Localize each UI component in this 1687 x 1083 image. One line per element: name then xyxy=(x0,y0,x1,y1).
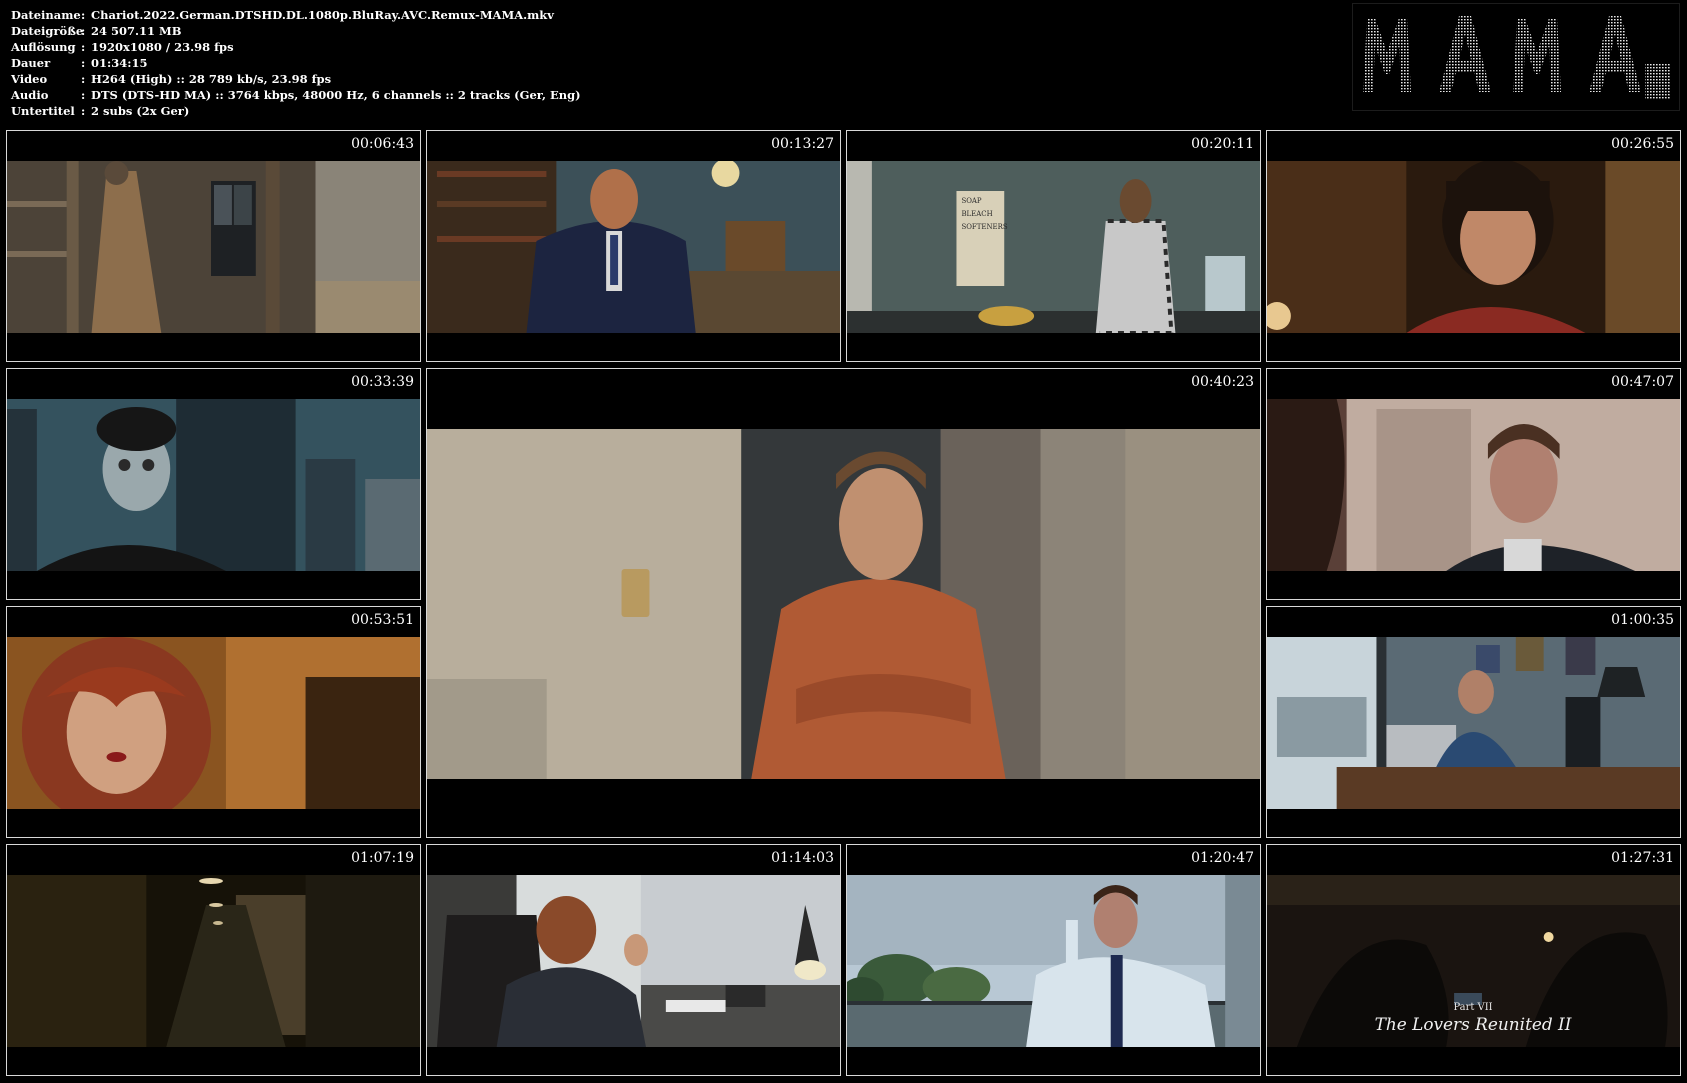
info-key: Audio xyxy=(11,88,49,102)
timestamp: 00:40:23 xyxy=(1191,374,1254,390)
info-key: Dateiname xyxy=(11,8,81,22)
ascii-art-logo-icon xyxy=(1352,3,1680,111)
thumbnail-12[interactable]: 01:20:47 xyxy=(846,844,1261,1076)
video-frame xyxy=(7,875,420,1047)
video-frame xyxy=(1267,399,1680,571)
info-key: Untertitel xyxy=(11,104,75,118)
info-value: Chariot.2022.German.DTSHD.DL.1080p.BluRa… xyxy=(91,8,554,22)
info-value: 1920x1080 / 23.98 fps xyxy=(91,40,234,54)
thumbnail-2[interactable]: 00:13:27 xyxy=(426,130,841,362)
info-row-subtitles: Untertitel : 2 subs (2x Ger) xyxy=(11,103,581,119)
thumbnail-10[interactable]: 01:07:19 xyxy=(6,844,421,1076)
thumbnail-1[interactable]: 00:06:43 xyxy=(6,130,421,362)
thumbnail-8[interactable]: 00:53:51 xyxy=(6,606,421,838)
timestamp: 00:06:43 xyxy=(351,136,414,152)
info-row-audio: Audio : DTS (DTS-HD MA) :: 3764 kbps, 48… xyxy=(11,87,581,103)
info-row-duration: Dauer : 01:34:15 xyxy=(11,55,581,71)
info-row-resolution: Auflösung : 1920x1080 / 23.98 fps xyxy=(11,39,581,55)
info-value: 24 507.11 MB xyxy=(91,24,182,38)
timestamp: 01:14:03 xyxy=(771,850,834,866)
poster-text: SOFTENERS xyxy=(961,223,1007,231)
info-separator: : xyxy=(81,24,86,38)
info-key: Auflösung xyxy=(11,40,76,54)
info-row-video: Video : H264 (High) :: 28 789 kb/s, 23.9… xyxy=(11,71,581,87)
thumbnail-4[interactable]: 00:26:55 xyxy=(1266,130,1681,362)
file-info-panel: Dateiname : Chariot.2022.German.DTSHD.DL… xyxy=(11,7,581,119)
info-value: 01:34:15 xyxy=(91,56,148,70)
thumbnail-7[interactable]: 00:47:07 xyxy=(1266,368,1681,600)
timestamp: 00:26:55 xyxy=(1611,136,1674,152)
video-frame: Part VII The Lovers Reunited II xyxy=(1267,875,1680,1047)
info-separator: : xyxy=(81,72,86,86)
info-key: Video xyxy=(11,72,48,86)
timestamp: 01:00:35 xyxy=(1611,612,1674,628)
video-frame xyxy=(7,161,420,333)
info-separator: : xyxy=(81,88,86,102)
thumbnail-3[interactable]: 00:20:11 SOAP BLEACH SOFTENERS xyxy=(846,130,1261,362)
video-frame xyxy=(847,875,1260,1047)
timestamp: 00:47:07 xyxy=(1611,374,1674,390)
info-separator: : xyxy=(81,40,86,54)
video-frame xyxy=(427,161,840,333)
info-key: Dateigröße xyxy=(11,24,84,38)
timestamp: 01:20:47 xyxy=(1191,850,1254,866)
thumbnail-13[interactable]: 01:27:31 Part VII The Lovers Reunited II xyxy=(1266,844,1681,1076)
timestamp: 00:20:11 xyxy=(1191,136,1254,152)
info-row-filesize: Dateigröße : 24 507.11 MB xyxy=(11,23,581,39)
thumbnail-6-large[interactable]: 00:40:23 xyxy=(426,368,1261,838)
video-frame xyxy=(427,429,1260,779)
video-frame xyxy=(7,637,420,809)
video-frame xyxy=(1267,637,1680,809)
info-separator: : xyxy=(81,104,86,118)
timestamp: 00:13:27 xyxy=(771,136,834,152)
subtitle-text: Part VII xyxy=(1453,1002,1492,1013)
video-frame: SOAP BLEACH SOFTENERS xyxy=(847,161,1260,333)
info-key: Dauer xyxy=(11,56,51,70)
info-value: DTS (DTS-HD MA) :: 3764 kbps, 48000 Hz, … xyxy=(91,88,581,102)
video-frame xyxy=(1267,161,1680,333)
timestamp: 00:53:51 xyxy=(351,612,414,628)
timestamp: 00:33:39 xyxy=(351,374,414,390)
timestamp: 01:27:31 xyxy=(1611,850,1674,866)
info-separator: : xyxy=(81,56,86,70)
timestamp: 01:07:19 xyxy=(351,850,414,866)
video-frame xyxy=(7,399,420,571)
info-value: H264 (High) :: 28 789 kb/s, 23.98 fps xyxy=(91,72,332,86)
info-value: 2 subs (2x Ger) xyxy=(91,104,190,118)
video-frame xyxy=(427,875,840,1047)
thumbnail-11[interactable]: 01:14:03 xyxy=(426,844,841,1076)
info-row-filename: Dateiname : Chariot.2022.German.DTSHD.DL… xyxy=(11,7,581,23)
thumbnail-5[interactable]: 00:33:39 xyxy=(6,368,421,600)
subtitle-text: The Lovers Reunited II xyxy=(1375,1014,1572,1034)
poster-text: SOAP xyxy=(961,197,981,205)
thumbnail-9[interactable]: 01:00:35 xyxy=(1266,606,1681,838)
poster-text: BLEACH xyxy=(961,210,992,218)
info-separator: : xyxy=(81,8,86,22)
